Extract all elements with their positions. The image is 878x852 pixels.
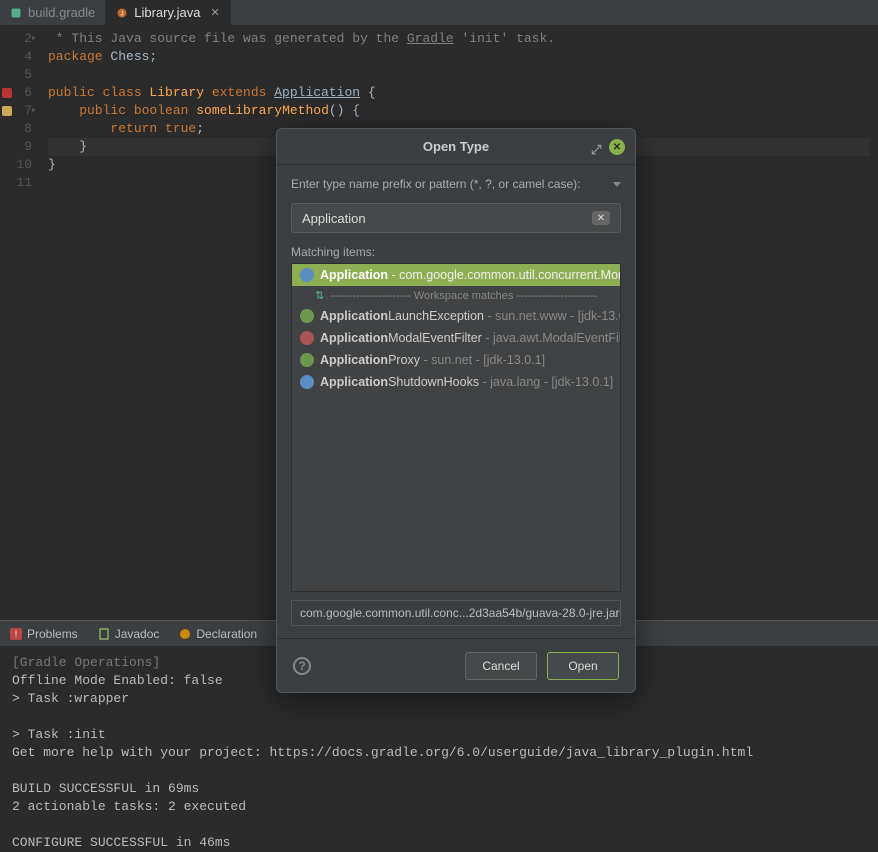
open-type-dialog: Open Type ⤢ ✕ Enter type name prefix or … [276, 128, 636, 693]
decl-icon [179, 628, 191, 640]
search-input[interactable] [302, 211, 592, 226]
tab-label: Library.java [134, 5, 200, 20]
results-list: Application - com.google.common.util.con… [291, 263, 621, 592]
doc-icon [98, 628, 110, 640]
selected-path: com.google.common.util.conc...2d3aa54b/g… [291, 600, 621, 626]
help-icon[interactable]: ? [293, 657, 311, 675]
gradle-file-icon [10, 7, 22, 19]
close-icon[interactable]: ✕ [210, 6, 219, 19]
search-prompt: Enter type name prefix or pattern (*, ?,… [291, 177, 580, 191]
type-icon [300, 353, 314, 367]
result-item[interactable]: ApplicationProxy - sun.net - [jdk-13.0.1… [292, 349, 620, 371]
svg-text:J: J [121, 11, 124, 17]
tab-javadoc[interactable]: Javadoc [88, 621, 170, 646]
tab-library-java[interactable]: J Library.java ✕ [106, 0, 230, 25]
editor-tab-bar: build.gradle J Library.java ✕ [0, 0, 878, 26]
clear-input-icon[interactable]: ✕ [592, 211, 610, 225]
search-box: ✕ [291, 203, 621, 233]
tab-problems[interactable]: ! Problems [0, 621, 88, 646]
cancel-button[interactable]: Cancel [465, 652, 537, 680]
close-icon[interactable]: ✕ [609, 139, 625, 155]
result-item[interactable]: ApplicationModalEventFilter - java.awt.M… [292, 327, 620, 349]
type-icon [300, 331, 314, 345]
type-icon [300, 375, 314, 389]
result-item[interactable]: ApplicationLaunchException - sun.net.www… [292, 305, 620, 327]
maximize-icon[interactable]: ⤢ [591, 142, 601, 152]
error-icon: ! [10, 628, 22, 640]
open-button[interactable]: Open [547, 652, 619, 680]
dialog-title-bar[interactable]: Open Type ⤢ ✕ [277, 129, 635, 165]
svg-text:!: ! [15, 629, 18, 639]
tab-label: build.gradle [28, 5, 95, 20]
results-separator: ⇅ ---------------------- Workspace match… [292, 286, 620, 305]
dialog-title: Open Type [423, 139, 489, 154]
chevron-down-icon[interactable] [613, 182, 621, 187]
tab-declaration[interactable]: Declaration [169, 621, 267, 646]
type-icon [300, 309, 314, 323]
tab-build-gradle[interactable]: build.gradle [0, 0, 106, 25]
java-file-icon: J [116, 7, 128, 19]
result-item[interactable]: ApplicationShutdownHooks - java.lang - [… [292, 371, 620, 393]
matching-items-label: Matching items: [291, 245, 621, 259]
line-number-gutter: 24567891011 [0, 26, 40, 620]
result-item[interactable]: Application - com.google.common.util.con… [292, 264, 620, 286]
type-icon [300, 268, 314, 282]
